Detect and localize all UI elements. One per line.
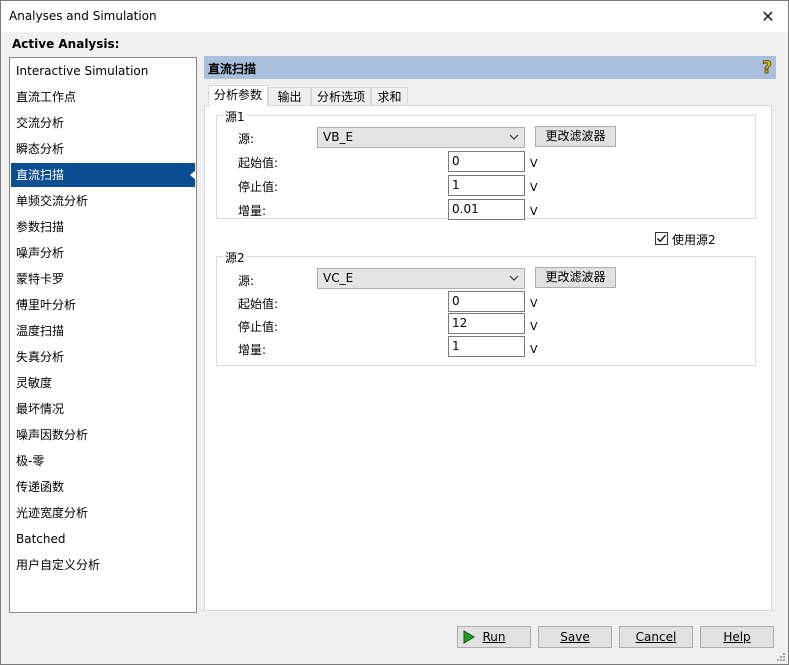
analysis-item-parameter-sweep[interactable]: 参数扫描 (11, 215, 195, 239)
analysis-item-dc-operating-point[interactable]: 直流工作点 (11, 85, 195, 109)
analysis-item-noise-figure[interactable]: 噪声因数分析 (11, 423, 195, 447)
analysis-item-fourier[interactable]: 傅里叶分析 (11, 293, 195, 317)
analysis-item-user-defined[interactable]: 用户自定义分析 (11, 553, 195, 577)
analysis-item-dc-sweep[interactable]: 直流扫描 (11, 163, 196, 187)
source2-source-label: 源: (238, 274, 255, 288)
source2-source-select[interactable]: VC_E (317, 268, 525, 289)
use-source2-checkbox[interactable]: 使用源2 (655, 231, 725, 247)
source1-stop-label: 停止值: (238, 180, 279, 194)
chevron-down-icon (508, 269, 520, 288)
source2-increment-unit: V (530, 343, 538, 356)
analysis-item-monte-carlo[interactable]: 蒙特卡罗 (11, 267, 195, 291)
analysis-item-transient[interactable]: 瞬态分析 (11, 137, 195, 161)
source1-increment-label: 增量: (238, 204, 267, 218)
window-title: Analyses and Simulation (9, 9, 157, 23)
source1-source-value: VB_E (323, 130, 354, 144)
analysis-item-noise[interactable]: 噪声分析 (11, 241, 195, 265)
close-icon: ✕ (761, 7, 775, 26)
tab-summary[interactable]: 求和 (371, 87, 408, 107)
source2-start-unit: V (530, 297, 538, 310)
run-button[interactable]: Run (457, 626, 531, 648)
source1-group-label: 源1 (223, 108, 247, 125)
save-button[interactable]: Save (538, 626, 612, 648)
source1-stop-field[interactable]: 1 (448, 175, 525, 196)
source2-start-label: 起始值: (238, 297, 279, 311)
analysis-item-distortion[interactable]: 失真分析 (11, 345, 195, 369)
source1-start-unit: V (530, 157, 538, 170)
analysis-item-transfer-function[interactable]: 传递函数 (11, 475, 195, 499)
source1-source-label: 源: (238, 132, 255, 146)
analysis-item-ac-analysis[interactable]: 交流分析 (11, 111, 195, 135)
analysis-item-interactive-simulation[interactable]: Interactive Simulation (11, 59, 195, 83)
panel-header: 直流扫描 ? (204, 56, 776, 79)
play-icon (463, 630, 475, 644)
svg-text:?: ? (762, 58, 772, 76)
tab-output[interactable]: 输出 (268, 87, 311, 107)
source1-source-select[interactable]: VB_E (317, 127, 525, 148)
checkbox-box[interactable] (655, 232, 668, 245)
active-analysis-label: Active Analysis: (12, 37, 120, 51)
analysis-list[interactable]: Interactive Simulation 直流工作点 交流分析 瞬态分析 直… (9, 57, 197, 613)
source1-group: 源1 源: VB_E 更改滤波器 起始值: 0 V 停止值: 1 V 增量: 0… (216, 108, 756, 220)
cancel-button[interactable]: Cancel (619, 626, 693, 648)
cancel-label: Cancel (635, 630, 677, 644)
analysis-item-pole-zero[interactable]: 极-零 (11, 449, 195, 473)
chevron-down-icon (508, 128, 520, 147)
source1-stop-unit: V (530, 181, 538, 194)
source2-increment-label: 增量: (238, 343, 267, 357)
use-source2-label: 使用源2 (672, 233, 716, 247)
tab-body-analysis-parameters: 源1 源: VB_E 更改滤波器 起始值: 0 V 停止值: 1 V 增量: 0… (204, 105, 772, 611)
help-button[interactable]: Help (700, 626, 774, 648)
source2-stop-unit: V (530, 320, 538, 333)
source2-group-label: 源2 (223, 249, 247, 266)
tab-analysis-parameters[interactable]: 分析参数 (208, 85, 268, 107)
question-mark-icon[interactable]: ? (758, 58, 776, 79)
resize-grip-icon[interactable] (774, 650, 786, 662)
run-label: Run (482, 630, 506, 644)
title-bar: Analyses and Simulation ✕ (1, 1, 788, 32)
source2-change-filter-button[interactable]: 更改滤波器 (535, 267, 616, 288)
analysis-item-single-freq-ac[interactable]: 单频交流分析 (11, 189, 195, 213)
source1-increment-field[interactable]: 0.01 (448, 199, 525, 220)
source1-increment-unit: V (530, 205, 538, 218)
analysis-item-sensitivity[interactable]: 灵敏度 (11, 371, 195, 395)
source2-source-value: VC_E (323, 271, 354, 285)
save-label: Save (560, 630, 590, 644)
analysis-item-trace-width[interactable]: 光迹宽度分析 (11, 501, 195, 525)
source2-stop-field[interactable]: 12 (448, 313, 525, 334)
analysis-item-temperature-sweep[interactable]: 温度扫描 (11, 319, 195, 343)
analysis-item-worst-case[interactable]: 最坏情况 (11, 397, 195, 421)
source2-start-field[interactable]: 0 (448, 291, 525, 312)
tab-analysis-options[interactable]: 分析选项 (311, 87, 371, 107)
source1-start-label: 起始值: (238, 156, 279, 170)
close-button[interactable]: ✕ (748, 1, 788, 32)
source2-increment-field[interactable]: 1 (448, 336, 525, 357)
panel-title: 直流扫描 (208, 62, 257, 76)
source1-start-field[interactable]: 0 (448, 151, 525, 172)
source1-change-filter-button[interactable]: 更改滤波器 (535, 126, 616, 147)
analyses-dialog: Analyses and Simulation ✕ Active Analysi… (0, 0, 789, 665)
analysis-item-batched[interactable]: Batched (11, 527, 195, 551)
source2-stop-label: 停止值: (238, 320, 279, 334)
source2-group: 源2 源: VC_E 更改滤波器 起始值: 0 V 停止值: 12 V 增量: … (216, 249, 756, 366)
help-label: Help (723, 630, 751, 644)
checkmark-icon (656, 234, 667, 243)
